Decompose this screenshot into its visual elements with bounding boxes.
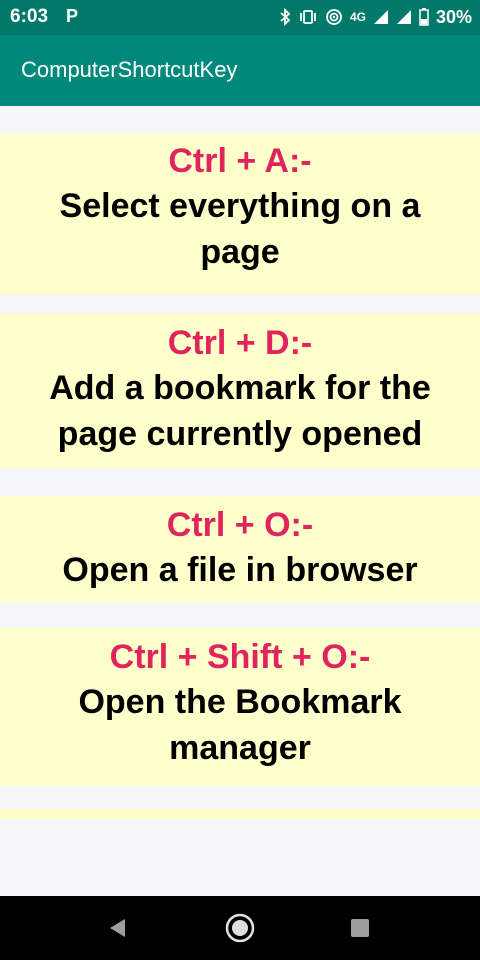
shortcut-description: Add a bookmark for the page currently op… (49, 369, 431, 453)
shortcut-card: Ctrl + D:- Add a bookmark for the page c… (0, 314, 480, 468)
shortcut-key: Ctrl + A:- (168, 142, 312, 180)
parking-p-icon: P (66, 6, 79, 26)
status-time: 6:03 (10, 6, 49, 27)
navigation-bar (0, 896, 480, 960)
back-triangle-icon (110, 919, 125, 937)
shortcut-key: Ctrl + Shift + O:- (109, 638, 371, 676)
shortcut-description: Open a file in browser (62, 551, 418, 589)
signal-icon (396, 10, 411, 24)
vibrate-icon (300, 10, 316, 24)
shortcut-key: Ctrl + O:- (166, 506, 314, 544)
app-title: ComputerShortcutKey (21, 57, 238, 82)
status-icons: 4G 30% (279, 5, 472, 29)
bluetooth-icon (280, 8, 291, 26)
shortcut-card: Ctrl + Shift + O:- Open the Bookmark man… (0, 628, 480, 786)
recents-button[interactable] (340, 908, 380, 948)
back-button[interactable] (98, 908, 138, 948)
shortcut-card: Ctrl + O:- Open a file in browser (0, 496, 480, 602)
shortcut-card-partial (0, 809, 480, 819)
network-type-label: 4G (349, 10, 366, 24)
hotspot-icon (326, 9, 342, 25)
shortcut-description: Open the Bookmark manager (78, 683, 402, 767)
battery-percent: 30% (435, 6, 472, 27)
home-circle-icon (225, 913, 255, 943)
shortcut-list[interactable]: Ctrl + A:- Select everything on a page C… (0, 106, 480, 896)
shortcut-card: Ctrl + A:- Select everything on a page (0, 134, 480, 294)
shortcut-description: Select everything on a page (59, 187, 421, 271)
status-bar: 6:03 P 4G 30% (0, 0, 480, 35)
recents-square-icon (351, 919, 369, 937)
signal-icon (373, 10, 388, 24)
battery-icon (419, 8, 429, 26)
home-button[interactable] (220, 908, 260, 948)
app-bar: ComputerShortcutKey (0, 35, 480, 106)
shortcut-key: Ctrl + D:- (167, 324, 313, 362)
